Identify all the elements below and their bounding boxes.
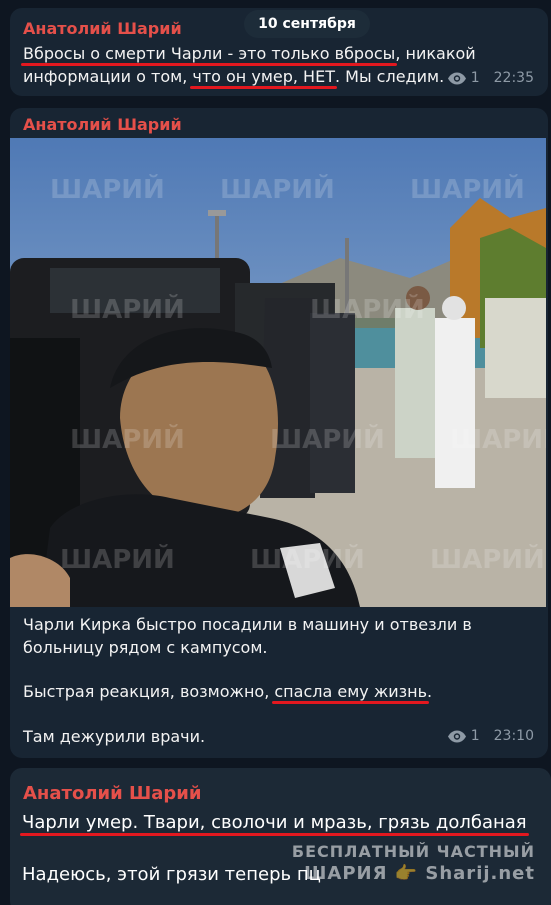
watermark-line: ШАРИЯ 👉 Sharij.net [304, 863, 535, 884]
text-part: . Мы следим. [334, 67, 445, 86]
message-caption: Быстрая реакция, возможно, спасла ему жи… [23, 680, 536, 703]
video-watermark: ШАРИЙ [310, 293, 425, 325]
video-player[interactable]: ШАРИЙ ШАРИЙ ШАРИЙ ШАРИЙ ШАРИЙ ШАРИЙ ШАРИ… [10, 138, 546, 607]
view-count: 1 [470, 70, 480, 86]
message-caption: Чарли Кирка быстро посадили в машину и о… [23, 615, 472, 657]
video-watermark: ШАРИЙ [430, 543, 545, 575]
video-watermark: ШАРИЙ [50, 173, 165, 205]
video-watermark: ШАРИЙ [270, 423, 385, 455]
underlined-phrase: что он умер, НЕТ [192, 67, 335, 86]
message-author[interactable]: Анатолий Шарий [23, 115, 182, 134]
view-count: 1 [470, 728, 480, 744]
video-watermark: ШАРИЙ [450, 423, 546, 455]
message-time: 22:35 [493, 70, 534, 86]
message-meta: 1 23:10 [447, 728, 534, 744]
message-text: Чарли умер. Твари, сволочи и мразь, гряз… [22, 812, 527, 833]
channel-watermark: БЕСПЛАТНЫЙ ЧАСТНЫЙ ШАРИЯ 👉 Sharij.net [292, 842, 535, 884]
watermark-line: БЕСПЛАТНЫЙ ЧАСТНЫЙ [291, 842, 535, 861]
message-author[interactable]: Анатолий Шарий [23, 19, 182, 38]
video-watermark: ШАРИЙ [220, 173, 335, 205]
message-author[interactable]: Анатолий Шарий [23, 783, 201, 804]
underlined-phrase: Вбросы о смерти Чарли - это только вброс… [23, 44, 396, 63]
underlined-phrase: Чарли умер. Твари, сволочи и мразь, гряз… [22, 812, 527, 833]
date-divider: 10 сентября [244, 10, 370, 38]
message-text: Надеюсь, этой грязи теперь пц [22, 864, 321, 885]
text-part: . [427, 682, 433, 701]
eye-icon [447, 730, 466, 742]
video-watermark: ШАРИЙ [70, 293, 185, 325]
video-watermark: ШАРИЙ [250, 543, 365, 575]
underlined-phrase: спасла ему жизнь [274, 682, 428, 701]
video-frame: ШАРИЙ ШАРИЙ ШАРИЙ ШАРИЙ ШАРИЙ ШАРИЙ ШАРИ… [10, 138, 546, 607]
message-bubble[interactable]: Анатолий Шарий Чарли умер. Твари, сволоч… [10, 768, 551, 905]
eye-icon [447, 72, 466, 84]
text-part: Быстрая реакция, возможно, [23, 682, 275, 701]
video-watermark: ШАРИЙ [70, 423, 185, 455]
message-meta: 1 22:35 [447, 70, 534, 86]
message-time: 23:10 [493, 728, 534, 744]
video-watermark: ШАРИЙ [410, 173, 525, 205]
video-watermark: ШАРИЙ [60, 543, 175, 575]
message-bubble[interactable]: Анатолий Шарий ШАРИЙ ШАРИЙ ШАРИЙ ШАРИЙ Ш… [10, 108, 548, 758]
